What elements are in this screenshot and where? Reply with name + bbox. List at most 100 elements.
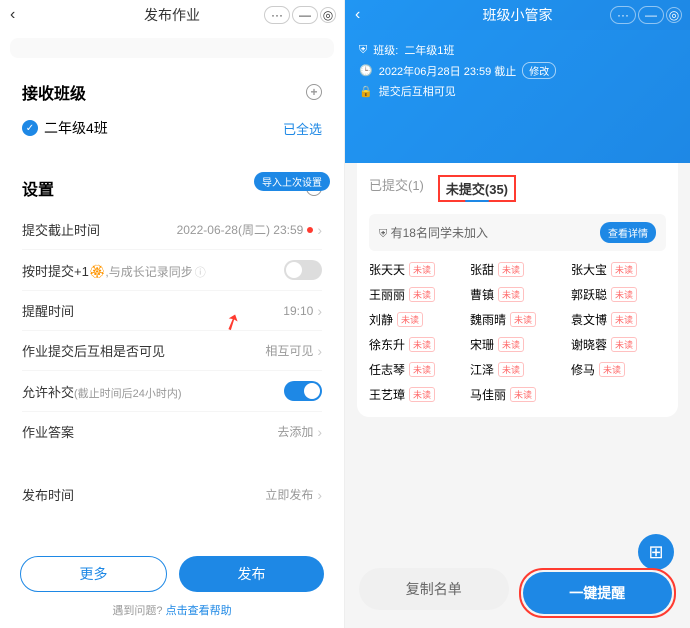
student-grid: 张天天未读张甜未读张大宝未读王丽丽未读曹镇未读郭跃聪未读刘静未读魏雨晴未读袁文博… xyxy=(369,261,666,403)
publish-time-card[interactable]: 发布时间 立即发布› xyxy=(10,473,334,516)
ontime-row: 按时提交+1🏵,与成长记录同步ⓘ xyxy=(22,250,322,291)
clock-icon: 🕒 xyxy=(359,64,373,77)
student-item[interactable]: 马佳丽未读 xyxy=(470,386,565,403)
class-name: 二年级1班 xyxy=(404,42,454,58)
deadline-row[interactable]: 提交截止时间 2022-06-28(周二) 23:59› xyxy=(22,210,322,250)
chevron-right-icon: › xyxy=(317,487,322,503)
student-item[interactable]: 刘静未读 xyxy=(369,311,464,328)
more-button[interactable]: 更多 xyxy=(20,556,167,592)
student-item[interactable]: 江泽未读 xyxy=(470,361,565,378)
unread-tag: 未读 xyxy=(611,287,637,302)
student-item[interactable]: 王丽丽未读 xyxy=(369,286,464,303)
hero-section: ⛨班级:二年级1班 🕒2022年06月28日 23:59 截止修改 🔒提交后互相… xyxy=(345,30,690,163)
student-item[interactable]: 宋珊未读 xyxy=(470,336,565,353)
publish-button[interactable]: 发布 xyxy=(179,556,324,592)
unread-tag: 未读 xyxy=(409,337,435,352)
deadline-value: 2022-06-28(周二) 23:59 xyxy=(177,221,304,238)
student-name: 谢晓蓉 xyxy=(571,336,607,353)
class-label: 班级: xyxy=(373,42,398,58)
unread-tag: 未读 xyxy=(611,262,637,277)
deadline-text: 2022年06月28日 23:59 截止 xyxy=(379,63,517,79)
student-name: 袁文博 xyxy=(571,311,607,328)
student-item[interactable]: 王艺璋未读 xyxy=(369,386,464,403)
student-item[interactable]: 徐东升未读 xyxy=(369,336,464,353)
settings-card: 设置 ⟳ 提交截止时间 2022-06-28(周二) 23:59› 按时提交+1… xyxy=(10,164,334,463)
highlight-box: 一键提醒 xyxy=(519,568,677,618)
grid-fab-icon[interactable]: ⊞ xyxy=(638,534,674,570)
student-item[interactable]: 任志琴未读 xyxy=(369,361,464,378)
settings-heading: 设置 xyxy=(22,176,54,200)
unread-tag: 未读 xyxy=(409,287,435,302)
chevron-right-icon: › xyxy=(317,303,322,319)
class-row[interactable]: ✓ 二年级4班 已全选 xyxy=(22,114,322,142)
unread-tag: 未读 xyxy=(611,337,637,352)
visible-row[interactable]: 作业提交后互相是否可见 相互可见› xyxy=(22,331,322,371)
answer-label: 作业答案 xyxy=(22,422,74,441)
student-item[interactable]: 修马未读 xyxy=(571,361,666,378)
page-title: 发布作业 xyxy=(144,5,200,25)
student-item[interactable]: 郭跃聪未读 xyxy=(571,286,666,303)
chevron-right-icon: › xyxy=(317,424,322,440)
answer-row[interactable]: 作业答案 去添加› xyxy=(22,412,322,451)
student-name: 王丽丽 xyxy=(369,286,405,303)
resubmit-label: 允许补交 xyxy=(22,385,74,400)
student-item[interactable]: 张大宝未读 xyxy=(571,261,666,278)
student-name: 张天天 xyxy=(369,261,405,278)
student-name: 马佳丽 xyxy=(470,386,506,403)
minus-icon[interactable]: — xyxy=(638,6,664,24)
student-name: 任志琴 xyxy=(369,361,405,378)
target-icon[interactable]: ◎ xyxy=(320,7,336,23)
unread-tag: 未读 xyxy=(599,362,625,377)
unread-tag: 未读 xyxy=(409,262,435,277)
unread-tag: 未读 xyxy=(510,312,536,327)
unread-tag: 未读 xyxy=(498,287,524,302)
student-name: 魏雨晴 xyxy=(470,311,506,328)
view-detail-button[interactable]: 查看详情 xyxy=(600,222,656,243)
back-icon[interactable]: ‹ xyxy=(10,6,15,24)
publish-time-value: 立即发布 xyxy=(265,486,313,503)
student-item[interactable]: 魏雨晴未读 xyxy=(470,311,565,328)
student-name: 张大宝 xyxy=(571,261,607,278)
page-title: 班级小管家 xyxy=(483,5,553,25)
visible-value: 相互可见 xyxy=(265,342,313,359)
student-item[interactable]: 曹镇未读 xyxy=(470,286,565,303)
resubmit-note: (截止时间后24小时内) xyxy=(74,388,182,400)
student-item[interactable]: 张甜未读 xyxy=(470,261,565,278)
student-name: 徐东升 xyxy=(369,336,405,353)
student-name: 宋珊 xyxy=(470,336,494,353)
back-icon[interactable]: ‹ xyxy=(355,6,360,24)
remind-all-button[interactable]: 一键提醒 xyxy=(523,572,673,614)
menu-icon[interactable]: ··· xyxy=(610,6,636,24)
student-item[interactable]: 张天天未读 xyxy=(369,261,464,278)
class-name-label: 二年级4班 xyxy=(44,118,108,138)
visible-label: 作业提交后互相是否可见 xyxy=(22,341,165,360)
resubmit-toggle[interactable] xyxy=(284,381,322,401)
remind-label: 提醒时间 xyxy=(22,301,74,320)
minus-icon[interactable]: — xyxy=(292,6,318,24)
unread-tag: 未读 xyxy=(397,312,423,327)
student-item[interactable]: 谢晓蓉未读 xyxy=(571,336,666,353)
ontime-toggle[interactable] xyxy=(284,260,322,280)
unread-tag: 未读 xyxy=(498,337,524,352)
ontime-suffix: 与成长记录同步 xyxy=(109,265,193,279)
student-name: 王艺璋 xyxy=(369,386,405,403)
import-last-settings-chip[interactable]: 导入上次设置 xyxy=(254,172,330,191)
unread-tag: 未读 xyxy=(611,312,637,327)
unread-tag: 未读 xyxy=(498,262,524,277)
tab-submitted[interactable]: 已提交(1) xyxy=(369,175,424,202)
all-selected-link[interactable]: 已全选 xyxy=(283,119,322,138)
remind-row[interactable]: 提醒时间 19:10› xyxy=(22,291,322,331)
student-item[interactable]: 袁文博未读 xyxy=(571,311,666,328)
unread-tag: 未读 xyxy=(510,387,536,402)
tab-not-submitted[interactable]: 未提交(35) xyxy=(446,182,508,197)
help-link[interactable]: 点击查看帮助 xyxy=(166,605,232,617)
menu-icon[interactable]: ··· xyxy=(264,6,290,24)
unread-tag: 未读 xyxy=(409,362,435,377)
add-class-icon[interactable]: + xyxy=(306,84,322,100)
student-name: 江泽 xyxy=(470,361,494,378)
info-icon[interactable]: ⓘ xyxy=(195,267,206,279)
copy-list-button[interactable]: 复制名单 xyxy=(359,568,509,610)
target-icon[interactable]: ◎ xyxy=(666,7,682,23)
student-name: 刘静 xyxy=(369,311,393,328)
modify-button[interactable]: 修改 xyxy=(522,62,556,79)
